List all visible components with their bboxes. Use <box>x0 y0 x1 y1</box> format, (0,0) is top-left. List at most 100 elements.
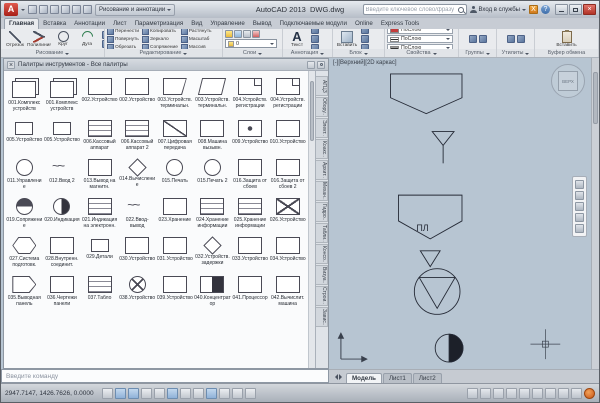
palette-category-tab[interactable]: АГЦЗ <box>316 76 328 96</box>
grid-icon[interactable] <box>128 388 139 399</box>
draw-tool-button[interactable]: Круг <box>51 31 75 48</box>
quick-properties-icon[interactable] <box>245 388 256 399</box>
modify-tool-button[interactable]: Копировать <box>142 29 178 35</box>
drawing-shape-triangle[interactable] <box>420 251 440 267</box>
palette-item[interactable]: 035.Выводная панель <box>6 274 43 307</box>
modify-tool-button[interactable]: Повернуть <box>107 36 139 43</box>
palette-item[interactable]: 034.Устройство <box>269 235 306 268</box>
drawing-shape-antenna[interactable] <box>432 132 454 164</box>
drawing-shape-circle-triangle[interactable] <box>414 269 460 315</box>
palette-item[interactable]: 023.Хранение <box>157 196 194 229</box>
layer-state-icon[interactable] <box>234 30 242 38</box>
palette-category-tab[interactable]: Коакс.. <box>316 139 328 159</box>
annotation-visibility-icon[interactable] <box>519 388 530 399</box>
save-icon[interactable] <box>50 5 59 14</box>
infer-constraints-icon[interactable] <box>102 388 113 399</box>
clean-screen-icon[interactable] <box>571 388 582 399</box>
close-button[interactable]: × <box>583 4 596 15</box>
palette-category-tab[interactable]: Гидро.. <box>316 202 328 222</box>
qnew-icon[interactable] <box>28 5 37 14</box>
annotation-scale-icon[interactable] <box>506 388 517 399</box>
application-menu-button[interactable]: A <box>4 3 18 16</box>
drawing-canvas[interactable]: [-][Верхний][2D каркас] ВЕРХ <box>329 58 599 369</box>
palette-category-tab[interactable]: Консо.. <box>316 244 328 264</box>
quick-view-drawings-icon[interactable] <box>493 388 504 399</box>
palette-item[interactable]: 011.Управление <box>6 157 43 190</box>
edit-attribute-icon[interactable] <box>361 35 369 43</box>
command-line[interactable]: Введите команду <box>1 369 329 383</box>
mtext-button[interactable]: А Текст <box>285 30 309 48</box>
palette-item[interactable]: 036.Чертежи панели <box>44 274 81 307</box>
layout-scroll-left-icon[interactable] <box>332 374 338 380</box>
palette-item[interactable]: 012.Ввод 2 <box>44 157 81 190</box>
coordinates-readout[interactable]: 2947.7147, 1426.7626, 0.0000 <box>5 390 94 397</box>
palette-item[interactable]: 016.Защита от сбоев 2 <box>269 157 306 190</box>
palette-item[interactable]: 004.Устройств. регистрации <box>232 76 269 112</box>
panel-label-annotation[interactable]: Аннотация <box>283 49 332 57</box>
ribbon-tab[interactable]: Express Tools <box>377 19 423 29</box>
osnap-icon[interactable] <box>167 388 178 399</box>
object-snap-tracking-icon[interactable] <box>180 388 191 399</box>
property-dropdown[interactable]: ПоСлою <box>387 35 453 43</box>
modify-tool-button[interactable]: Перенести <box>107 29 139 35</box>
palette-item[interactable]: 027.Система подготовк. <box>6 235 43 268</box>
drawing-shape-half-circle[interactable] <box>435 334 463 362</box>
palette-scrollbar[interactable] <box>308 71 315 368</box>
snap-icon[interactable] <box>115 388 126 399</box>
canvas-scrollbar[interactable] <box>591 58 599 369</box>
layout-tab[interactable]: Лист2 <box>413 373 442 383</box>
palette-item[interactable]: 028.Внутренн. соединит. <box>44 235 81 268</box>
palette-item[interactable]: 008.Машина вызывн. <box>194 118 231 151</box>
palette-item[interactable]: 038.Устройство <box>119 274 156 307</box>
performance-tuner-icon[interactable] <box>584 388 595 399</box>
palette-item[interactable]: 040.Концентратор <box>194 274 231 307</box>
pan-icon[interactable] <box>575 191 584 200</box>
palette-item[interactable]: 001.Комплекс устройств <box>6 76 43 112</box>
panel-label-layers[interactable]: Слои <box>223 49 282 57</box>
palette-item[interactable]: 025.Хранение информации <box>232 196 269 229</box>
ribbon-tab[interactable]: Аннотации <box>70 19 109 29</box>
layer-off-icon[interactable] <box>243 30 251 38</box>
palette-item[interactable]: 014.Вычисление <box>119 157 156 190</box>
drawing-shape-banner[interactable] <box>391 74 462 114</box>
palette-item[interactable]: 042.Вычислит. машина <box>269 274 306 307</box>
draw-tool-button[interactable]: Отрезок <box>3 31 27 48</box>
ribbon-tab[interactable]: Главная <box>4 18 39 29</box>
draw-tool-button[interactable]: Дуга <box>75 31 99 48</box>
workspace-switcher[interactable]: Рисование и аннотации <box>95 4 175 16</box>
layout-scroll-right-icon[interactable] <box>339 374 345 380</box>
lock-ui-icon[interactable] <box>545 388 556 399</box>
quick-select-icon[interactable] <box>517 35 525 43</box>
open-icon[interactable] <box>39 5 48 14</box>
palette-item[interactable]: 016.Защита от сбоев <box>232 157 269 190</box>
close-icon[interactable]: × <box>7 61 15 69</box>
palette-item[interactable]: 015.Печать 2 <box>194 157 231 190</box>
insert-block-button[interactable]: Вставить <box>335 31 359 48</box>
palette-item[interactable]: 004.Устройств. регистрации <box>269 76 306 112</box>
palette-title-bar[interactable]: × Палитры инструментов - Все палитры <box>4 59 328 71</box>
palette-item[interactable]: 007.Цифровая передача <box>157 118 194 151</box>
spline-icon[interactable] <box>102 40 104 48</box>
palette-item[interactable]: 002.Устройство <box>119 76 156 112</box>
panel-label-utilities[interactable]: Утилиты <box>497 49 534 57</box>
ribbon-tab[interactable]: Вставка <box>39 19 70 29</box>
lineweight-icon[interactable] <box>219 388 230 399</box>
group-icon[interactable] <box>469 35 477 43</box>
draw-tool-button[interactable]: Полилиния <box>27 31 51 48</box>
ribbon-tab[interactable]: Вид <box>187 19 206 29</box>
palette-item[interactable]: 020.Индикация <box>44 196 81 229</box>
properties-gear-icon[interactable] <box>317 61 325 69</box>
palette-item[interactable]: 037.Табло <box>81 274 118 307</box>
modify-tool-button[interactable]: Масштаб <box>181 36 212 43</box>
ungroup-icon[interactable] <box>479 35 487 43</box>
ucs-icon[interactable] <box>338 333 366 361</box>
dynamic-input-icon[interactable] <box>206 388 217 399</box>
palette-category-tab[interactable]: Механ.. <box>316 181 328 201</box>
palette-item[interactable]: 009.Устройство <box>232 118 269 151</box>
palette-item[interactable]: 003.Устройств. терминальн. <box>194 76 231 112</box>
plot-icon[interactable] <box>61 5 70 14</box>
ribbon-tab[interactable]: Параметризация <box>131 19 188 29</box>
palette-category-tab[interactable]: Табли.. <box>316 223 328 243</box>
viewcube-top-face[interactable]: ВЕРХ <box>558 71 578 91</box>
show-motion-icon[interactable] <box>575 224 584 233</box>
